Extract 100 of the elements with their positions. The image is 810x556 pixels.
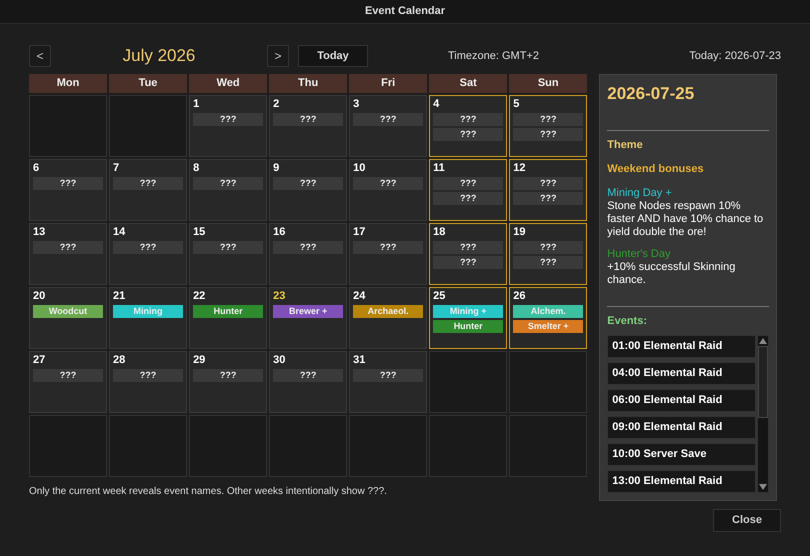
day-cell[interactable]: 4 ??? ??? bbox=[429, 95, 508, 157]
weekday-header: Sat bbox=[429, 74, 508, 93]
window-title: Event Calendar bbox=[364, 4, 446, 20]
event-chip: ??? bbox=[353, 241, 424, 254]
event-chip: Brewer + bbox=[273, 305, 344, 318]
day-number: 9 bbox=[273, 161, 280, 175]
weekday-header: Wed bbox=[189, 74, 268, 93]
day-cell[interactable]: 28 ??? bbox=[109, 351, 188, 413]
event-list-item[interactable]: 01:00 Elemental Raid bbox=[607, 335, 756, 358]
event-chip: ??? bbox=[273, 241, 344, 254]
day-cell[interactable]: 2 ??? bbox=[269, 95, 348, 157]
event-chip: ??? bbox=[433, 128, 504, 141]
event-list-item[interactable]: 10:00 Server Save bbox=[607, 443, 756, 466]
day-cell[interactable]: 10 ??? bbox=[349, 159, 428, 221]
day-number: 24 bbox=[353, 289, 366, 303]
day-cell[interactable]: 13 ??? bbox=[29, 223, 108, 285]
event-chip: Mining + bbox=[433, 305, 504, 318]
day-cell[interactable]: 29 ??? bbox=[189, 351, 268, 413]
event-chip: ??? bbox=[513, 177, 584, 190]
event-list-item[interactable]: 04:00 Elemental Raid bbox=[607, 362, 756, 385]
event-chip: ??? bbox=[273, 177, 344, 190]
day-cell[interactable]: 26 Alchem. Smelter + bbox=[509, 287, 588, 349]
close-button[interactable]: Close bbox=[713, 509, 781, 532]
day-cell[interactable]: 22 Hunter bbox=[189, 287, 268, 349]
day-cell[interactable]: 15 ??? bbox=[189, 223, 268, 285]
event-chip: ??? bbox=[513, 113, 584, 126]
previous-month-button[interactable]: < bbox=[29, 45, 51, 67]
day-cell[interactable]: 5 ??? ??? bbox=[509, 95, 588, 157]
weekday-header: Tue bbox=[109, 74, 188, 93]
day-cell[interactable]: 21 Mining bbox=[109, 287, 188, 349]
event-list-item[interactable]: 09:00 Elemental Raid bbox=[607, 416, 756, 439]
theme-value: Weekend bonuses bbox=[607, 162, 705, 177]
event-chip: ??? bbox=[33, 177, 104, 190]
event-chip: ??? bbox=[353, 177, 424, 190]
next-month-button[interactable]: > bbox=[267, 45, 289, 67]
today-button[interactable]: Today bbox=[298, 45, 368, 67]
day-number: 16 bbox=[273, 225, 286, 239]
day-number: 29 bbox=[193, 353, 206, 367]
day-number: 20 bbox=[33, 289, 46, 303]
bonus-title: Mining Day + bbox=[607, 186, 673, 200]
event-chip: Hunter bbox=[433, 320, 504, 333]
event-list-item[interactable]: 13:00 Elemental Raid bbox=[607, 470, 756, 493]
day-cell[interactable]: 24 Archaeol. bbox=[349, 287, 428, 349]
weekday-header: Mon bbox=[29, 74, 108, 93]
event-chip: ??? bbox=[193, 241, 264, 254]
event-chip: Smelter + bbox=[513, 320, 584, 333]
day-cell[interactable]: 11 ??? ??? bbox=[429, 159, 508, 221]
day-cell[interactable]: 7 ??? bbox=[109, 159, 188, 221]
day-number: 22 bbox=[193, 289, 206, 303]
scrollbar-thumb[interactable] bbox=[758, 346, 768, 418]
day-cell[interactable]: 8 ??? bbox=[189, 159, 268, 221]
day-cell[interactable]: 18 ??? ??? bbox=[429, 223, 508, 285]
event-chip: ??? bbox=[273, 113, 344, 126]
day-cell[interactable]: 20 Woodcut bbox=[29, 287, 108, 349]
event-chip: ??? bbox=[33, 241, 104, 254]
day-number: 13 bbox=[33, 225, 46, 239]
scrollbar[interactable] bbox=[757, 335, 770, 493]
day-cell[interactable]: 23 Brewer + bbox=[269, 287, 348, 349]
day-number: 21 bbox=[113, 289, 126, 303]
event-chip: Archaeol. bbox=[353, 305, 424, 318]
day-cell[interactable]: 3 ??? bbox=[349, 95, 428, 157]
day-cell[interactable]: 14 ??? bbox=[109, 223, 188, 285]
day-number: 14 bbox=[113, 225, 126, 239]
event-chip: ??? bbox=[113, 241, 184, 254]
event-chip: ??? bbox=[33, 369, 104, 382]
day-number: 7 bbox=[113, 161, 120, 175]
events-label: Events: bbox=[607, 314, 648, 328]
selected-date: 2026-07-25 bbox=[607, 83, 696, 105]
timezone-label: Timezone: GMT+2 bbox=[448, 48, 539, 64]
day-cell[interactable]: 1 ??? bbox=[189, 95, 268, 157]
day-number: 4 bbox=[433, 97, 440, 111]
day-number: 6 bbox=[33, 161, 40, 175]
day-number: 18 bbox=[433, 225, 446, 239]
day-cell[interactable]: 31 ??? bbox=[349, 351, 428, 413]
day-cell[interactable]: 12 ??? ??? bbox=[509, 159, 588, 221]
day-cell[interactable]: 30 ??? bbox=[269, 351, 348, 413]
event-chip: ??? bbox=[353, 369, 424, 382]
day-cell[interactable]: 19 ??? ??? bbox=[509, 223, 588, 285]
day-number: 5 bbox=[513, 97, 520, 111]
day-cell[interactable]: 6 ??? bbox=[29, 159, 108, 221]
weekday-header: Sun bbox=[509, 74, 588, 93]
scroll-up-icon[interactable] bbox=[759, 338, 768, 344]
event-chip: ??? bbox=[433, 256, 504, 269]
day-number: 26 bbox=[513, 289, 526, 303]
bonus-title: Hunter's Day bbox=[607, 248, 672, 260]
scroll-down-icon[interactable] bbox=[759, 484, 768, 490]
day-cell[interactable]: 16 ??? bbox=[269, 223, 348, 285]
day-number: 8 bbox=[193, 161, 200, 175]
event-chip: Woodcut bbox=[33, 305, 104, 318]
day-number: 28 bbox=[113, 353, 126, 367]
day-number: 12 bbox=[513, 161, 526, 175]
event-chip: ??? bbox=[433, 113, 504, 126]
event-list-item[interactable]: 06:00 Elemental Raid bbox=[607, 389, 756, 412]
event-chip: ??? bbox=[433, 192, 504, 205]
day-cell[interactable]: 9 ??? bbox=[269, 159, 348, 221]
event-chip: Mining bbox=[113, 305, 184, 318]
day-number: 17 bbox=[353, 225, 366, 239]
day-cell[interactable]: 25 Mining + Hunter bbox=[429, 287, 508, 349]
day-cell[interactable]: 17 ??? bbox=[349, 223, 428, 285]
day-cell[interactable]: 27 ??? bbox=[29, 351, 108, 413]
